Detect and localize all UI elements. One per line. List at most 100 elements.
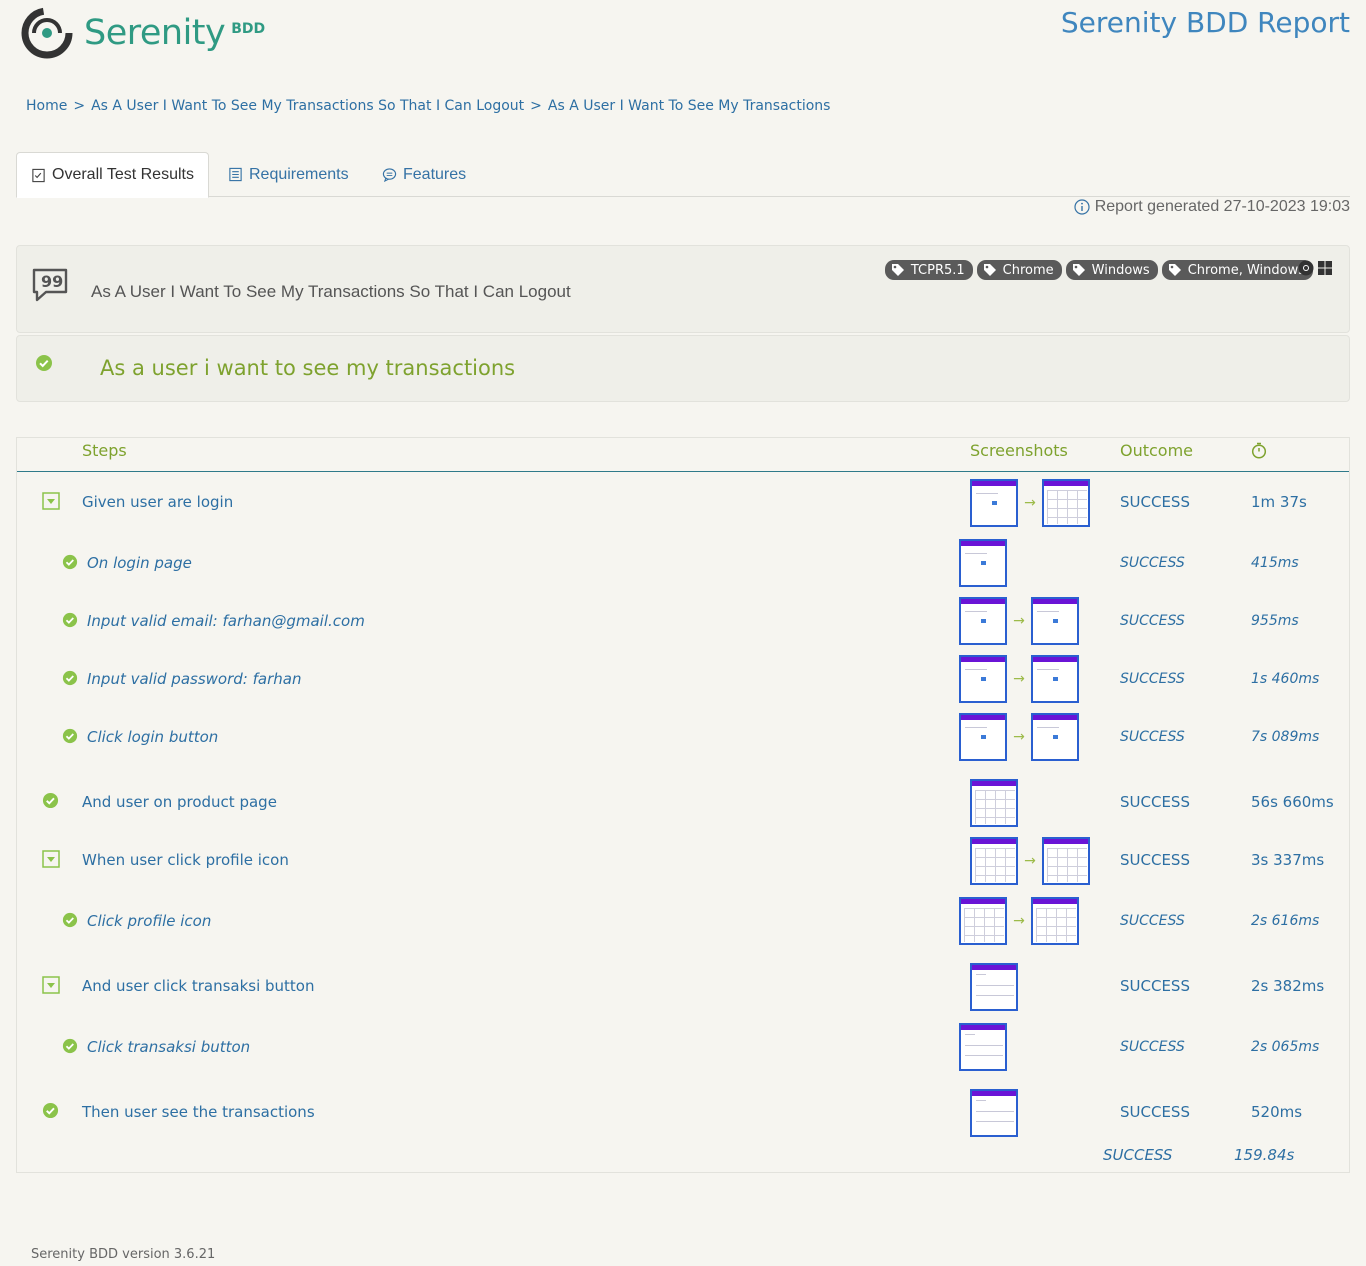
tag-icon — [1072, 264, 1085, 276]
substep-row[interactable]: Input valid email: farhan@gmail.com → SU… — [17, 597, 1349, 649]
substep-row[interactable]: Input valid password: farhan → SUCCESS 1… — [17, 655, 1349, 707]
check-circle-icon — [62, 670, 78, 690]
screenshot-thumbnail[interactable] — [970, 837, 1018, 885]
screenshot-thumbnail[interactable] — [1031, 655, 1079, 703]
substep-row[interactable]: Click transaksi button SUCCESS 2s 065ms — [17, 1023, 1349, 1075]
tag-label: Chrome, Windows — [1187, 262, 1305, 278]
steps-table: Steps Screenshots Outcome Given user are… — [16, 437, 1350, 1173]
screenshot-thumbnail[interactable] — [1042, 479, 1090, 527]
info-icon — [1074, 199, 1090, 215]
step-label: Then user see the transactions — [82, 1103, 315, 1121]
step-label: Input valid email: farhan@gmail.com — [87, 612, 365, 630]
step-row[interactable]: Then user see the transactions SUCCESS 5… — [17, 1085, 1349, 1137]
serenity-logo-icon — [21, 7, 73, 59]
header-screenshots: Screenshots — [970, 441, 1068, 460]
check-circle-icon — [42, 792, 59, 813]
step-outcome: SUCCESS — [1120, 671, 1185, 687]
screenshot-thumbnail[interactable] — [959, 1023, 1007, 1071]
stopwatch-icon — [1251, 442, 1267, 463]
step-label: Click profile icon — [87, 912, 212, 930]
screenshot-thumbnail[interactable] — [1031, 897, 1079, 945]
screenshot-thumbnail[interactable] — [1042, 837, 1090, 885]
tab-label: Requirements — [249, 165, 349, 183]
step-duration: 3s 337ms — [1251, 851, 1325, 869]
report-generated: Report generated 27-10-2023 19:03 — [1074, 198, 1350, 216]
step-outcome: SUCCESS — [1120, 851, 1190, 869]
screenshots — [970, 1089, 1018, 1137]
screenshot-thumbnail[interactable] — [1031, 597, 1079, 645]
screenshot-thumbnail[interactable] — [959, 597, 1007, 645]
step-row[interactable]: And user on product page SUCCESS 56s 660… — [17, 775, 1349, 827]
tag-icon — [983, 264, 996, 276]
breadcrumb-feature[interactable]: As A User I Want To See My Transactions … — [91, 98, 524, 114]
tab-label: Features — [403, 165, 467, 183]
step-label: On login page — [87, 554, 192, 572]
tab-features[interactable]: Features — [368, 152, 480, 197]
feature-title[interactable]: As A User I Want To See My Transactions … — [91, 282, 571, 302]
arrow-right-icon: → — [1013, 671, 1025, 687]
check-circle-icon — [62, 612, 78, 632]
list-icon — [229, 167, 242, 182]
step-label: When user click profile icon — [82, 851, 289, 869]
arrow-right-icon: → — [1013, 913, 1025, 929]
check-circle-icon — [62, 1038, 78, 1058]
screenshot-thumbnail[interactable] — [970, 963, 1018, 1011]
screenshots: → — [959, 655, 1079, 703]
step-outcome: SUCCESS — [1120, 977, 1190, 995]
serenity-logo[interactable]: Serenity BDD — [20, 5, 280, 61]
footer-version: Serenity BDD version 3.6.21 — [31, 1247, 216, 1262]
logo-word: Serenity — [84, 13, 226, 53]
screenshot-thumbnail[interactable] — [970, 779, 1018, 827]
check-circle-icon — [62, 912, 78, 932]
feature-panel: 99 As A User I Want To See My Transactio… — [16, 245, 1350, 333]
scenario-title: As a user i want to see my transactions — [100, 356, 516, 380]
expand-toggle-icon[interactable] — [42, 850, 60, 872]
expand-toggle-icon[interactable] — [42, 976, 60, 998]
screenshot-thumbnail[interactable] — [959, 655, 1007, 703]
tab-bar: Overall Test Results Requirements Featur… — [16, 152, 1350, 198]
tag-windows[interactable]: Windows — [1065, 260, 1158, 280]
step-duration: 1m 37s — [1251, 493, 1307, 511]
screenshot-thumbnail[interactable] — [970, 479, 1018, 527]
screenshots: → — [970, 479, 1090, 527]
substep-row[interactable]: Click login button → SUCCESS 7s 089ms — [17, 713, 1349, 765]
screenshot-thumbnail[interactable] — [959, 897, 1007, 945]
breadcrumb: Home > As A User I Want To See My Transact… — [26, 98, 831, 114]
breadcrumb-scenario[interactable]: As A User I Want To See My Transactions — [548, 98, 831, 114]
substep-row[interactable]: Click profile icon → SUCCESS 2s 616ms — [17, 897, 1349, 949]
step-duration: 7s 089ms — [1251, 729, 1320, 745]
breadcrumb-home[interactable]: Home — [26, 98, 67, 114]
platform-icons — [1298, 260, 1333, 276]
total-outcome: SUCCESS — [1103, 1146, 1173, 1164]
screenshot-thumbnail[interactable] — [1031, 713, 1079, 761]
report-generated-text: Report generated 27-10-2023 19:03 — [1094, 198, 1350, 215]
tag-label: Chrome — [1002, 262, 1054, 278]
tag-tcpr[interactable]: TCPR5.1 — [884, 260, 973, 280]
chrome-icon — [1298, 260, 1314, 276]
step-duration: 1s 460ms — [1251, 671, 1320, 687]
expand-toggle-icon[interactable] — [42, 492, 60, 514]
checklist-icon — [32, 168, 45, 182]
check-circle-icon — [62, 554, 78, 574]
step-row[interactable]: And user click transaksi button SUCCESS … — [17, 959, 1349, 1011]
tag-chrome-windows[interactable]: Chrome, Windows — [1161, 260, 1313, 280]
quote-icon: 99 — [31, 266, 69, 308]
step-label: Given user are login — [82, 493, 234, 511]
step-row[interactable]: Given user are login → SUCCESS 1m 37s — [17, 475, 1349, 527]
screenshots: → — [959, 597, 1079, 645]
screenshots: → — [970, 837, 1090, 885]
tab-overall-test-results[interactable]: Overall Test Results — [16, 152, 209, 198]
tag-chrome[interactable]: Chrome — [976, 260, 1062, 280]
screenshot-thumbnail[interactable] — [959, 713, 1007, 761]
screenshot-thumbnail[interactable] — [970, 1089, 1018, 1137]
arrow-right-icon: → — [1013, 613, 1025, 629]
substep-row[interactable]: On login page SUCCESS 415ms — [17, 539, 1349, 591]
step-outcome: SUCCESS — [1120, 913, 1185, 929]
step-duration: 2s 616ms — [1251, 913, 1320, 929]
screenshot-thumbnail[interactable] — [959, 539, 1007, 587]
tab-requirements[interactable]: Requirements — [214, 152, 363, 197]
step-duration: 520ms — [1251, 1103, 1303, 1121]
tag-label: TCPR5.1 — [910, 262, 965, 278]
step-row[interactable]: When user click profile icon → SUCCESS 3… — [17, 833, 1349, 885]
report-title: Serenity BDD Report — [1060, 6, 1350, 39]
